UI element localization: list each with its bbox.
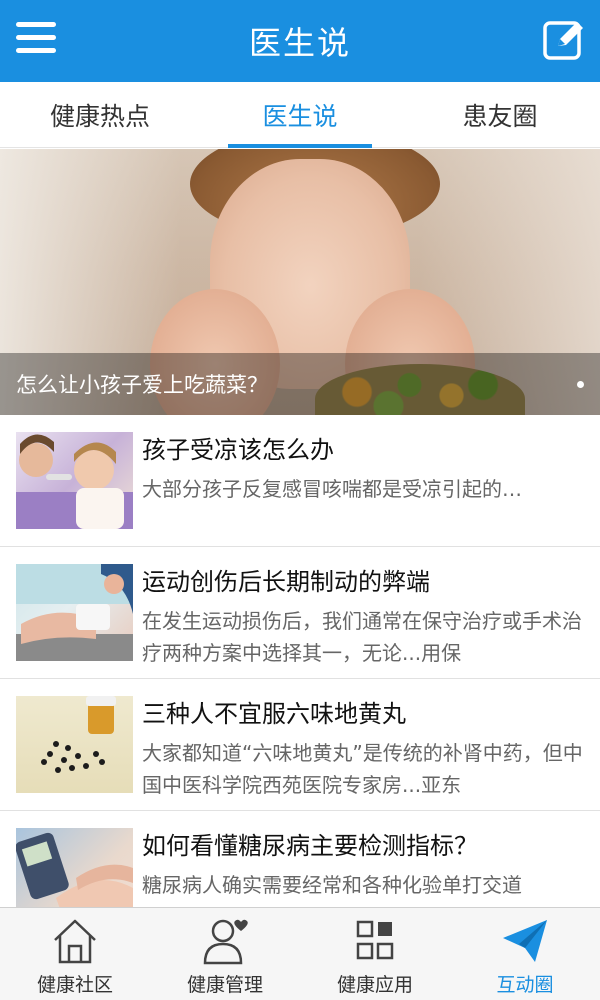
nav-health-management[interactable]: 健康管理 [150,908,300,1000]
top-app-bar: 医生说 [0,0,600,82]
article-summary: 大部分孩子反复感冒咳喘都是受凉引起的… [142,477,522,501]
article-title: 运动创伤后长期制动的弊端 [142,568,430,596]
nav-interactive-circle[interactable]: 互动圈 [450,908,600,1000]
user-heart-icon [203,919,248,965]
banner-caption: 怎么让小孩子爱上吃蔬菜？ [16,373,268,397]
bottom-navigation: 健康社区 健康管理 健康应用 互动圈 [0,907,600,1000]
list-item[interactable]: 如何看懂糖尿病主要检测指标？ 糖尿病人确实需要经常和各种化验单打交道 [0,811,600,907]
article-thumbnail [16,828,133,907]
nav-label: 互动圈 [496,974,554,996]
edit-compose-icon [543,21,583,60]
compose-button[interactable] [542,18,586,62]
paper-plane-icon [503,920,547,962]
article-title: 孩子受凉该怎么办 [142,436,334,464]
tab-doctor-says[interactable]: 医生说 [200,82,400,148]
category-tabs: 健康热点 医生说 患友圈 [0,82,600,148]
carousel-indicator-dot[interactable] [577,381,584,388]
nav-health-community[interactable]: 健康社区 [0,908,150,1000]
nav-label: 健康管理 [186,974,263,996]
banner-caption-bar: 怎么让小孩子爱上吃蔬菜？ [0,353,600,415]
article-summary: 在发生运动损伤后，我们通常在保守治疗或手术治疗两种方案中选择其一，无论...用保 [142,609,582,665]
list-item[interactable]: 运动创伤后长期制动的弊端 在发生运动损伤后，我们通常在保守治疗或手术治疗两种方案… [0,547,600,679]
grid-apps-icon [356,920,394,960]
article-title: 如何看懂糖尿病主要检测指标？ [142,832,478,860]
article-summary: 糖尿病人确实需要经常和各种化验单打交道 [142,873,522,897]
tab-health-hotspot[interactable]: 健康热点 [0,82,200,147]
tab-patient-circle[interactable]: 患友圈 [400,82,600,147]
article-thumbnail [16,432,133,529]
hamburger-menu-icon [16,22,56,53]
featured-banner[interactable]: 怎么让小孩子爱上吃蔬菜？ [0,149,600,415]
article-thumbnail [16,696,133,793]
article-summary: 大家都知道“六味地黄丸”是传统的补肾中药，但中国中医科学院西苑医院专家房...亚… [142,741,583,797]
article-list: 孩子受凉该怎么办 大部分孩子反复感冒咳喘都是受凉引起的… 运动创伤后长期制动的弊… [0,415,600,907]
menu-button[interactable] [16,22,56,58]
list-item[interactable]: 三种人不宜服六味地黄丸 大家都知道“六味地黄丸”是传统的补肾中药，但中国中医科学… [0,679,600,811]
article-thumbnail [16,564,133,661]
home-icon [54,919,96,964]
list-item[interactable]: 孩子受凉该怎么办 大部分孩子反复感冒咳喘都是受凉引起的… [0,415,600,547]
article-title: 三种人不宜服六味地黄丸 [142,700,406,728]
nav-label: 健康应用 [336,974,413,996]
page-title: 医生说 [248,24,351,62]
nav-health-apps[interactable]: 健康应用 [300,908,450,1000]
nav-label: 健康社区 [36,974,113,996]
